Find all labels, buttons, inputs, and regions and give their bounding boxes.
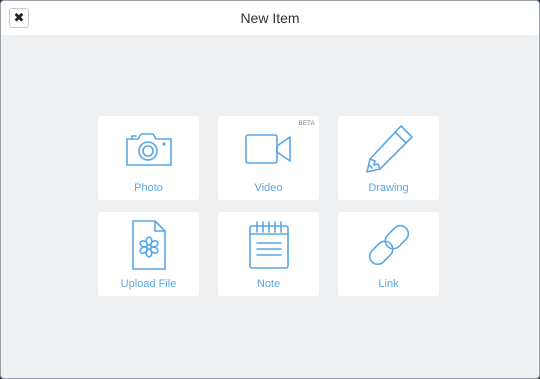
photo-tile[interactable]: Photo: [98, 116, 199, 200]
camera-icon: [98, 124, 199, 174]
dialog-title: New Item: [240, 10, 300, 26]
note-tile[interactable]: Note: [218, 212, 319, 296]
title-bar: ✖ New Item: [1, 1, 539, 35]
link-tile[interactable]: Link: [338, 212, 439, 296]
pencil-icon: [338, 124, 439, 174]
photo-label: Photo: [134, 182, 163, 194]
drawing-tile[interactable]: Drawing: [338, 116, 439, 200]
link-icon: [338, 220, 439, 270]
video-camera-icon: [218, 124, 319, 174]
video-label: Video: [254, 182, 283, 194]
notepad-icon: [218, 220, 319, 270]
drawing-label: Drawing: [368, 182, 409, 194]
item-type-grid: Photo BETA Video Drawing Upload File Not…: [98, 116, 440, 296]
note-label: Note: [256, 278, 281, 290]
video-tile[interactable]: BETA Video: [218, 116, 319, 200]
link-label: Link: [378, 278, 399, 290]
file-icon: [98, 220, 199, 270]
upload-file-tile[interactable]: Upload File: [98, 212, 199, 296]
upload-file-label: Upload File: [120, 278, 177, 290]
new-item-dialog: ✖ New Item Photo BETA Video Drawing Uplo…: [0, 0, 540, 379]
